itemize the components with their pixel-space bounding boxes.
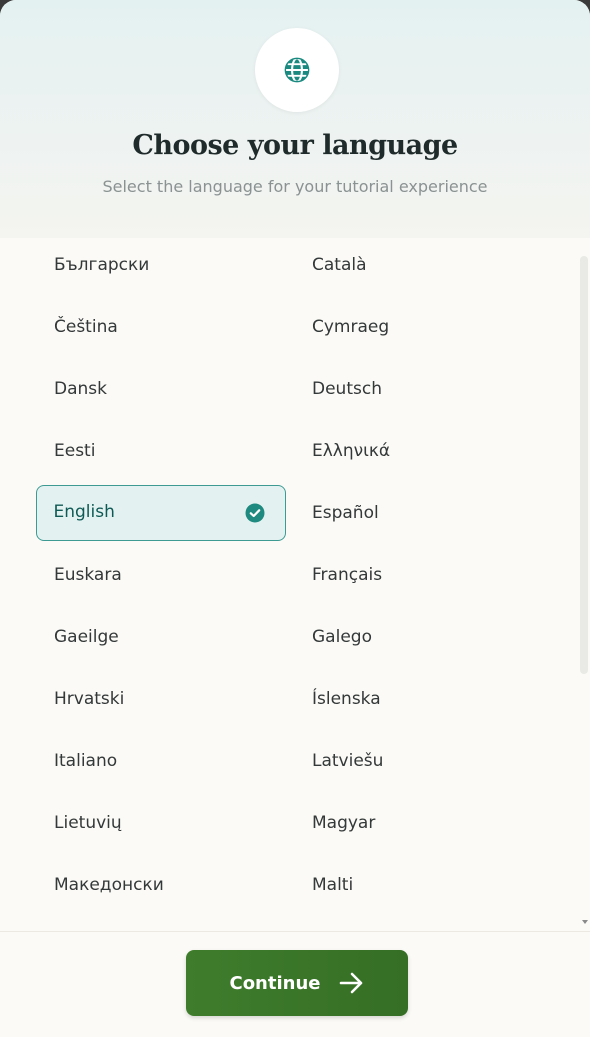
language-option-label: Italiano [54,751,118,771]
language-option-label: Gaeilge [54,627,119,647]
language-option[interactable]: Magyar [292,795,542,851]
arrow-right-icon [339,972,362,994]
language-option-label: Íslenska [312,689,381,709]
language-option[interactable]: Cymraeg [292,299,542,355]
language-modal: Choose your language Select the language… [0,0,590,1037]
language-option-label: Français [312,565,383,585]
language-option-label: Dansk [54,379,107,399]
language-option-label: Deutsch [312,379,382,399]
language-option-label: Eesti [54,441,96,461]
scrollbar-thumb[interactable] [580,256,588,674]
language-option-label: Latviešu [312,751,384,771]
globe-badge [255,28,339,112]
language-option[interactable]: Français [292,547,542,603]
language-option[interactable]: Español [292,485,542,541]
page-subtitle: Select the language for your tutorial ex… [102,177,488,196]
language-option[interactable]: Hrvatski [36,671,286,727]
language-option[interactable]: Ελληνικά [292,423,542,479]
check-circle-icon [245,503,265,523]
language-list: Български Čeština Dansk Eesti English Euskara… [0,238,590,930]
language-option[interactable]: Íslenska [292,671,542,727]
language-option-label: Lietuvių [54,813,122,833]
language-option[interactable]: English [36,485,286,541]
language-option[interactable]: Čeština [36,299,286,355]
language-option-label: Hrvatski [54,689,125,709]
language-option[interactable]: Eesti [36,423,286,479]
language-option-label: Malti [312,875,354,895]
language-option-label: Ελληνικά [312,441,391,461]
globe-icon [284,57,310,83]
page-title: Choose your language [132,130,458,161]
language-option[interactable]: Català [292,238,542,293]
language-option-label: Català [312,255,367,275]
modal-header: Choose your language Select the language… [0,0,590,238]
language-option-label: Magyar [312,813,376,833]
scroll-down-arrow-icon[interactable] [582,920,588,924]
continue-button[interactable]: Continue [186,950,408,1016]
footer-divider [0,931,590,932]
language-option-label: Български [54,255,150,275]
language-option-label: Español [312,503,379,523]
language-option[interactable]: Lietuvių [36,795,286,851]
language-option[interactable]: Gaeilge [36,609,286,665]
language-option-label: Cymraeg [312,317,390,337]
language-option-label: Čeština [54,317,118,337]
language-option[interactable]: Galego [292,609,542,665]
language-option[interactable]: Deutsch [292,361,542,417]
language-option[interactable]: Dansk [36,361,286,417]
language-option-label: Euskara [54,565,122,585]
language-option[interactable]: Български [36,238,286,293]
continue-button-label: Continue [229,972,321,994]
language-option[interactable]: Latviešu [292,733,542,789]
language-option[interactable]: Euskara [36,547,286,603]
language-option-label: Galego [312,627,372,647]
language-option-label: English [53,502,115,522]
language-option-label: Македонски [54,875,164,895]
language-option[interactable]: Italiano [36,733,286,789]
language-option[interactable]: Македонски [36,857,286,913]
language-option[interactable]: Malti [292,857,542,913]
